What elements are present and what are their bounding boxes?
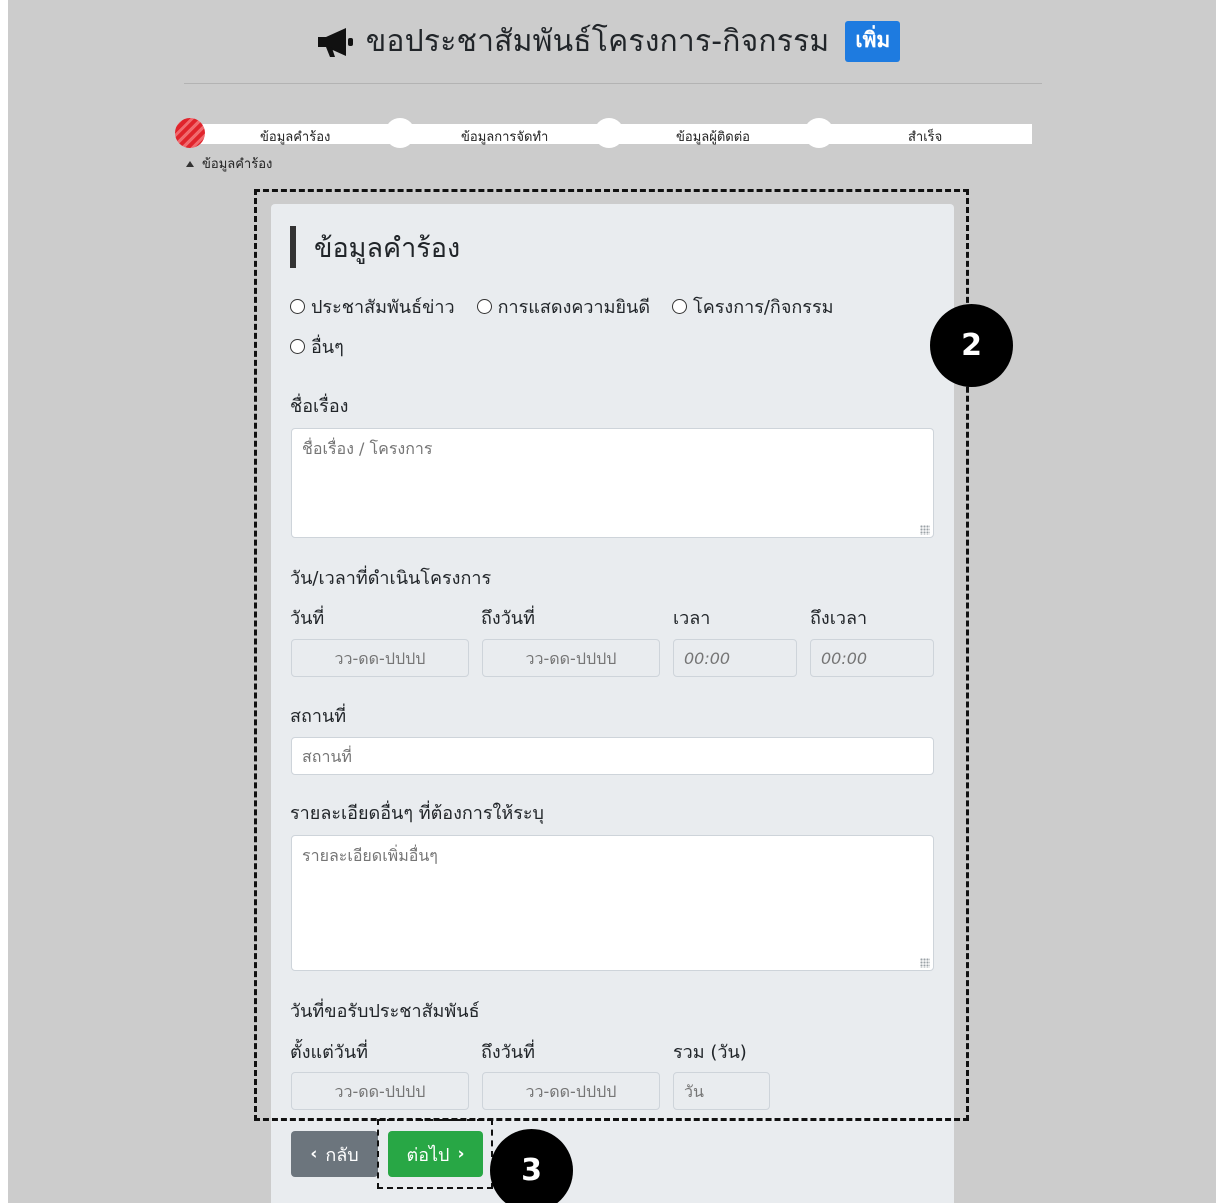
step-2-label: ข้อมูลการจัดทำ [461,130,549,145]
step-1-label: ข้อมูลคำร้อง [260,130,331,145]
megaphone-icon [317,27,353,57]
current-step-label: ข้อมูลคำร้อง [202,157,273,172]
page-header: ขอประชาสัมพันธ์โครงการ-กิจกรรม เพิ่ม [0,18,1216,65]
step-4-label: สำเร็จ [908,130,943,145]
step-3-label: ข้อมูลผู้ติดต่อ [676,130,750,145]
back-button-label: กลับ [325,1144,359,1166]
header-divider [184,83,1042,84]
callout-badge-2: 2 [930,304,1013,387]
callout-badge-3: 3 [490,1129,573,1203]
next-button-highlight [377,1119,493,1189]
back-button[interactable]: ‹ กลับ [291,1131,378,1177]
form-area-highlight [254,189,969,1121]
step-1-dot [175,118,205,148]
progress-stepper: ข้อมูลคำร้อง ข้อมูลการจัดทำ ข้อมูลผู้ติด… [175,118,1032,148]
current-step-indicator: ข้อมูลคำร้อง [186,153,272,174]
caret-up-icon [186,160,194,167]
step-2-dot [385,118,415,148]
step-4-dot [804,118,834,148]
page-title: ขอประชาสัมพันธ์โครงการ-กิจกรรม [365,24,830,59]
step-3-dot [594,118,624,148]
add-mode-badge: เพิ่ม [845,21,901,62]
chevron-left-icon: ‹ [310,1144,318,1164]
